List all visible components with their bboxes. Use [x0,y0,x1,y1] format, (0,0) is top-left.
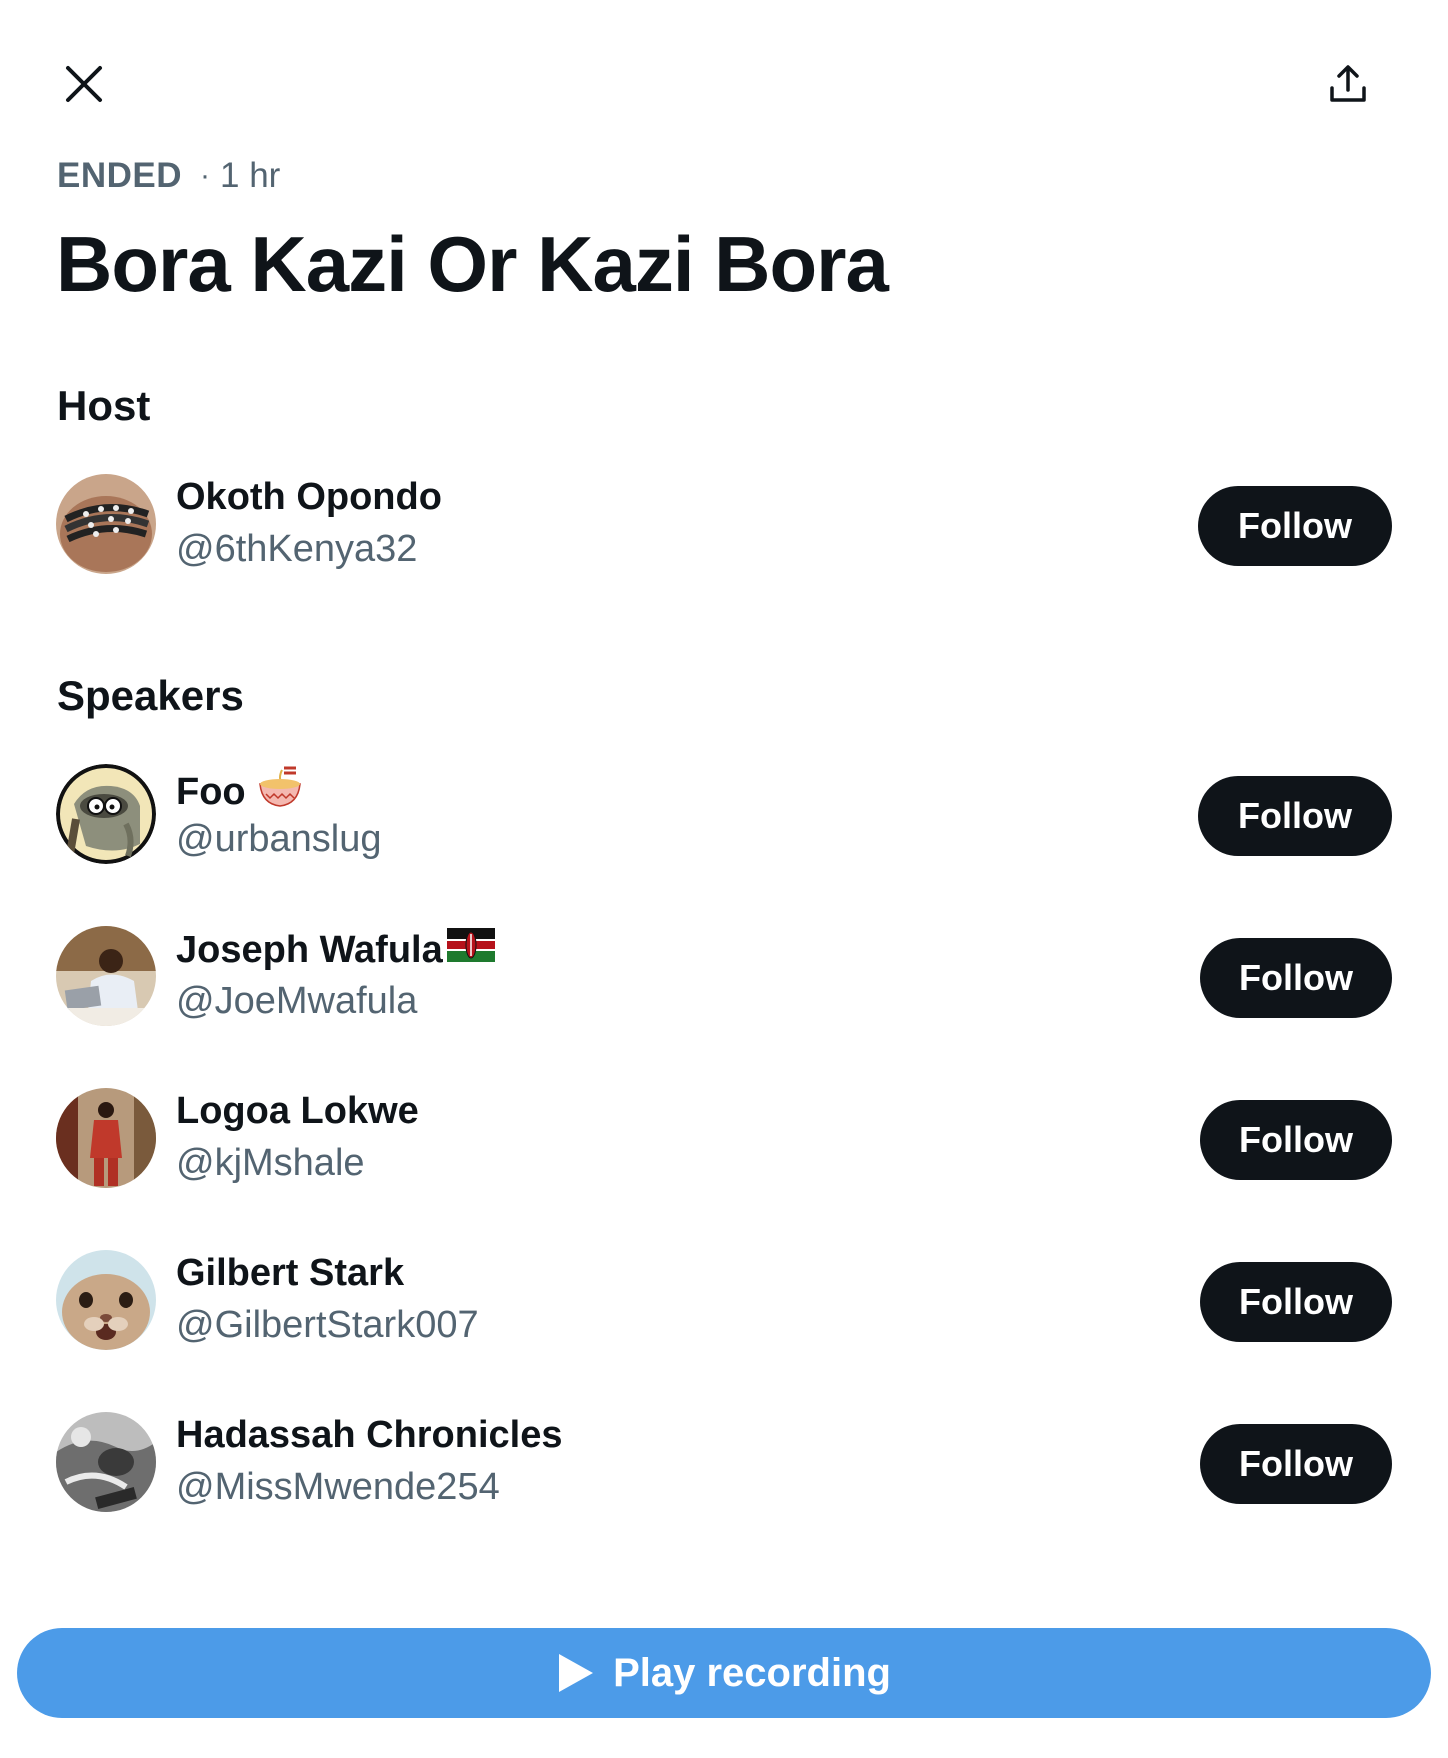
speaker-row[interactable]: Gilbert Stark @GilbertStark007 Follow [56,1246,1392,1350]
share-upload-icon [1330,65,1366,102]
man-at-laptop-avatar[interactable] [56,926,156,1026]
play-recording-label: Play recording [613,1650,891,1695]
speaker-row[interactable]: Foo @urbanslug Follow [56,760,1392,864]
speaker-name[interactable]: Joseph Wafula [176,928,495,972]
man-in-red-outfit-avatar[interactable] [56,1088,156,1188]
status-separator: · [200,159,211,192]
status-ended-label: ENDED [57,156,183,195]
speaker-row[interactable]: Logoa Lokwe @kjMshale Follow [56,1084,1392,1188]
space-details-page: ENDED · 1 hr Bora Kazi Or Kazi Bora Host… [0,0,1448,1758]
follow-button[interactable]: Follow [1198,776,1392,856]
follow-button[interactable]: Follow [1200,938,1392,1018]
follow-button[interactable]: Follow [1200,1262,1392,1342]
speaker-handle[interactable]: @urbanslug [176,818,381,861]
speakers-heading: Speakers [57,672,244,719]
rabbit-face-avatar[interactable] [56,1250,156,1350]
speaker-name[interactable]: Hadassah Chronicles [176,1414,562,1457]
follow-button[interactable]: Follow [1200,1424,1392,1504]
speaker-name-text[interactable]: Joseph Wafula [176,929,443,972]
share-button[interactable] [1320,56,1376,112]
speaker-row[interactable]: Joseph Wafula @JoeMwafula Follow [56,922,1392,1026]
status-duration: 1 hr [220,156,281,195]
cartoon-raccoon-avatar[interactable] [56,764,156,864]
speaker-name[interactable]: Foo [176,766,302,818]
play-recording-button[interactable]: Play recording [17,1628,1431,1718]
speaker-handle[interactable]: @GilbertStark007 [176,1304,479,1347]
close-button[interactable] [56,56,112,112]
ramen-bowl-icon [258,766,302,818]
bracelets-photo-avatar[interactable] [56,474,156,574]
space-title: Bora Kazi Or Kazi Bora [56,220,889,308]
speaker-handle[interactable]: @JoeMwafula [176,980,417,1023]
top-bar [0,0,1448,170]
close-icon [66,66,102,102]
follow-button-host[interactable]: Follow [1198,486,1392,566]
host-heading: Host [57,382,151,429]
monochrome-photo-avatar[interactable] [56,1412,156,1512]
speaker-handle[interactable]: @MissMwende254 [176,1466,500,1509]
speaker-name[interactable]: Gilbert Stark [176,1252,404,1295]
follow-button[interactable]: Follow [1200,1100,1392,1180]
host-handle[interactable]: @6thKenya32 [176,528,417,571]
speaker-handle[interactable]: @kjMshale [176,1142,365,1185]
speaker-name[interactable]: Logoa Lokwe [176,1090,419,1133]
host-name[interactable]: Okoth Opondo [176,476,442,519]
space-status: ENDED · 1 hr [57,156,280,196]
play-triangle-icon [557,1652,595,1694]
speaker-name-text[interactable]: Foo [176,771,246,814]
host-row[interactable]: Okoth Opondo @6thKenya32 Follow [56,470,1392,574]
kenya-flag-icon [446,928,495,972]
speaker-row[interactable]: Hadassah Chronicles @MissMwende254 Follo… [56,1408,1392,1512]
